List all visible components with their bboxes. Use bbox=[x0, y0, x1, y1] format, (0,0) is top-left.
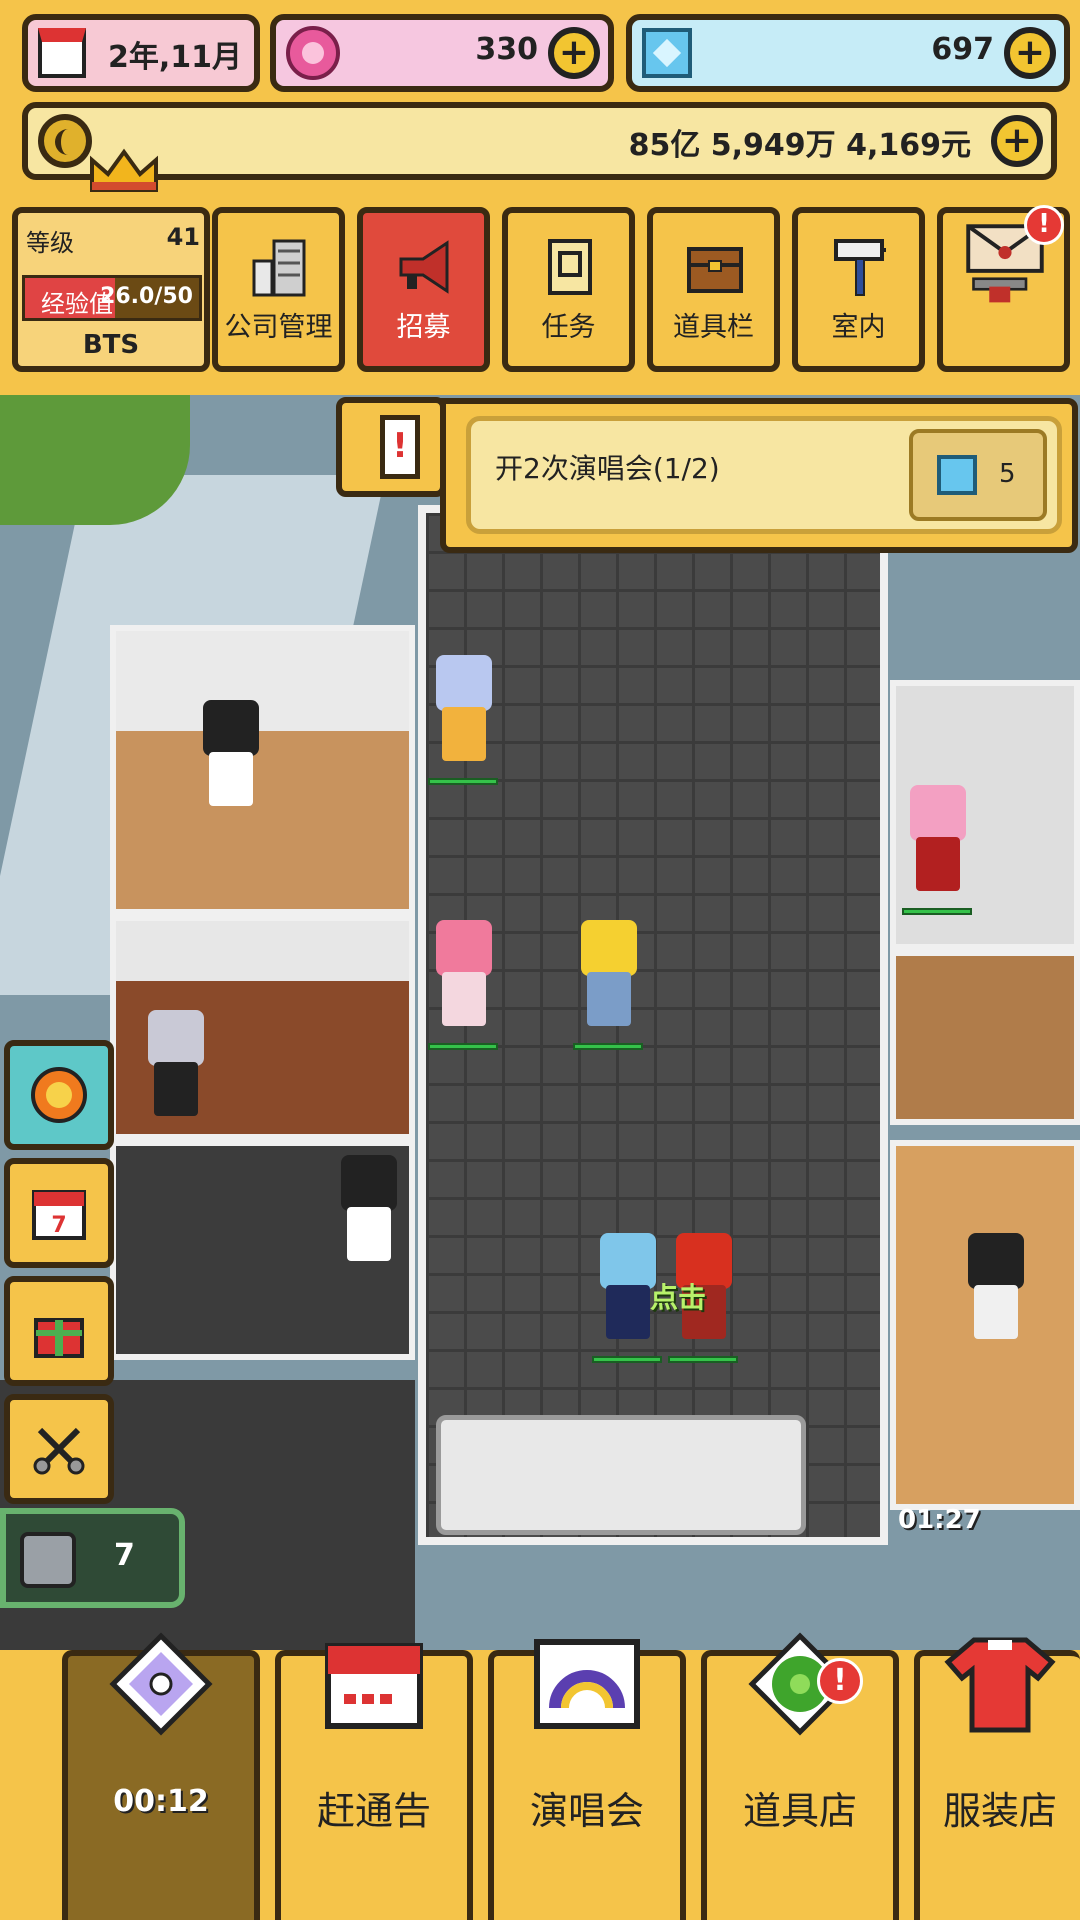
paint-roller-icon bbox=[834, 239, 886, 296]
company-management-button[interactable]: 公司管理 bbox=[212, 207, 345, 372]
disc-icon bbox=[109, 1632, 213, 1736]
event-button[interactable] bbox=[4, 1040, 114, 1150]
recruit-button[interactable]: 招募 bbox=[357, 207, 490, 372]
date-text: 2年,11月 bbox=[107, 40, 242, 75]
quest-reward[interactable]: 5 bbox=[909, 429, 1047, 521]
nav-schedule[interactable]: 赶通告 bbox=[275, 1643, 473, 1920]
level-label: 等级 bbox=[26, 229, 74, 257]
coin-icon bbox=[38, 114, 92, 168]
calendar-icon: 7 bbox=[32, 1190, 86, 1240]
blue-gem-icon bbox=[937, 455, 977, 495]
megaphone-icon bbox=[399, 240, 449, 294]
album-timer: 00:12 bbox=[113, 1784, 209, 1819]
nav-clothing-shop[interactable]: 服装店 bbox=[914, 1637, 1080, 1920]
crown-icon bbox=[90, 148, 158, 192]
character-idol-3[interactable] bbox=[573, 920, 643, 1050]
level-panel[interactable]: 等级 41 经验值 26.0/50 BTS bbox=[12, 207, 210, 372]
calendar-button[interactable]: 7 bbox=[4, 1158, 114, 1268]
nav-item-shop[interactable]: ! 道具店 bbox=[701, 1632, 899, 1920]
exp-bar: 经验值 26.0/50 bbox=[22, 275, 202, 321]
character-idol-6[interactable] bbox=[902, 785, 972, 915]
team-name: BTS bbox=[82, 330, 140, 360]
character-idol-1[interactable] bbox=[428, 655, 498, 785]
quest-text: 开2次演唱会(1/2) bbox=[495, 452, 720, 485]
stage-icon bbox=[534, 1639, 640, 1729]
svg-text:7: 7 bbox=[51, 1213, 66, 1238]
cat-icon bbox=[20, 1532, 76, 1588]
cat-counter[interactable]: 7 bbox=[0, 1508, 185, 1608]
money-value: 85亿 5,949万 4,169元 bbox=[628, 128, 971, 163]
tasks-label: 任务 bbox=[541, 312, 596, 343]
gift-icon bbox=[34, 1318, 84, 1358]
quest-scroll-icon[interactable] bbox=[336, 397, 446, 497]
mail-button[interactable]: ! bbox=[937, 205, 1070, 372]
gift-button[interactable] bbox=[4, 1276, 114, 1386]
tree bbox=[0, 395, 190, 525]
character-staff-3[interactable] bbox=[960, 1233, 1030, 1363]
tasks-button[interactable]: 任务 bbox=[502, 207, 635, 372]
quest-banner[interactable]: 开2次演唱会(1/2) 5 bbox=[440, 398, 1078, 553]
item-shop-label: 道具店 bbox=[742, 1789, 857, 1833]
add-money-button[interactable]: + bbox=[991, 115, 1043, 167]
interior-button[interactable]: 室内 bbox=[792, 207, 925, 372]
scissors-icon bbox=[33, 1427, 85, 1475]
pink-gem-pill: 330 + bbox=[270, 14, 614, 92]
game-scene[interactable] bbox=[0, 395, 1080, 1655]
interior-label: 室内 bbox=[831, 312, 886, 343]
character-staff-1[interactable] bbox=[195, 700, 265, 830]
company-management-label: 公司管理 bbox=[224, 312, 333, 343]
schedule-icon bbox=[325, 1643, 423, 1729]
quest-reward-amount: 5 bbox=[999, 459, 1016, 489]
mail-badge: ! bbox=[1024, 205, 1064, 245]
chest-icon bbox=[687, 247, 743, 293]
scissors-button[interactable] bbox=[4, 1394, 114, 1504]
pink-gem-count: 330 bbox=[475, 32, 538, 67]
money-bar: 85亿 5,949万 4,169元 + bbox=[22, 102, 1057, 180]
add-blue-gem-button[interactable]: + bbox=[1004, 27, 1056, 79]
concert-label: 演唱会 bbox=[529, 1789, 644, 1833]
add-pink-gem-button[interactable]: + bbox=[548, 27, 600, 79]
inventory-button[interactable]: 道具栏 bbox=[647, 207, 780, 372]
studio-room[interactable] bbox=[890, 950, 1080, 1125]
date-pill: 2年,11月 bbox=[22, 14, 260, 92]
nav-concert[interactable]: 演唱会 bbox=[488, 1639, 686, 1920]
item-shop-badge: ! bbox=[817, 1658, 863, 1704]
schedule-label: 赶通告 bbox=[316, 1789, 431, 1833]
blue-gem-icon bbox=[642, 28, 692, 78]
scroll-icon bbox=[548, 239, 592, 295]
cat-count: 7 bbox=[114, 1538, 135, 1573]
sofa bbox=[436, 1415, 806, 1535]
top-bar: 2年,11月 330 + 697 + 85亿 5,949万 4,169元 + 等… bbox=[0, 0, 1080, 395]
blue-gem-count: 697 bbox=[931, 32, 994, 67]
building-icon bbox=[252, 239, 306, 297]
exp-value: 26.0/50 bbox=[100, 284, 193, 309]
pink-gem-icon bbox=[286, 26, 340, 80]
inventory-label: 道具栏 bbox=[673, 312, 754, 343]
shirt-icon bbox=[944, 1637, 1056, 1733]
clothing-shop-label: 服装店 bbox=[942, 1789, 1057, 1833]
character-manager[interactable] bbox=[140, 1010, 210, 1140]
character-staff-2[interactable] bbox=[333, 1155, 403, 1285]
explosion-icon bbox=[31, 1067, 87, 1123]
recruit-label: 招募 bbox=[396, 312, 451, 343]
room-timer: 01:27 bbox=[898, 1505, 981, 1535]
tap-hint[interactable]: 点击 bbox=[650, 1276, 706, 1316]
blue-gem-pill: 697 + bbox=[626, 14, 1070, 92]
calendar-icon bbox=[38, 28, 86, 78]
level-value: 41 bbox=[166, 223, 200, 251]
character-idol-2[interactable] bbox=[428, 920, 498, 1050]
nav-album[interactable]: 00:12 bbox=[62, 1632, 260, 1920]
bottom-nav: 00:12 赶通告 演唱会 ! 道具店 服装店 bbox=[0, 1632, 1080, 1920]
